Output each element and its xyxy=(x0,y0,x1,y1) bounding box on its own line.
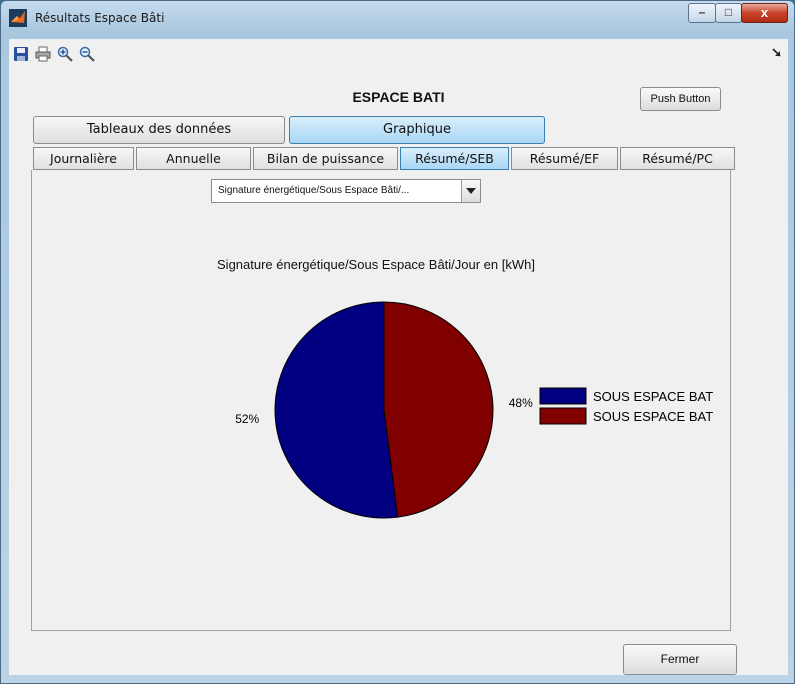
maximize-icon: □ xyxy=(724,5,733,19)
title-bar[interactable]: Résultats Espace Bâti – □ x xyxy=(1,1,794,37)
zoom-out-icon[interactable] xyxy=(79,46,95,62)
zoom-in-icon[interactable] xyxy=(57,46,73,62)
save-icon[interactable] xyxy=(13,46,29,62)
chart-title: Signature énergétique/Sous Espace Bâti/J… xyxy=(217,257,535,272)
toolbar xyxy=(9,39,788,70)
figure-content: ESPACE BATI Push Button Tableaux des don… xyxy=(9,69,788,675)
minimize-button[interactable]: – xyxy=(688,3,716,23)
pie-percent-label-2: 48% xyxy=(509,396,533,410)
close-window-button[interactable]: x xyxy=(741,3,788,23)
matlab-icon xyxy=(9,9,27,27)
pie-slice-2 xyxy=(383,301,494,518)
dock-arrow-icon[interactable] xyxy=(772,48,782,58)
maximize-button[interactable]: □ xyxy=(715,3,742,23)
print-icon[interactable] xyxy=(35,46,51,62)
pie-slice-1 xyxy=(274,301,399,519)
app-window: Résultats Espace Bâti – □ x ESPACE BATI … xyxy=(0,0,795,684)
close-icon: x xyxy=(760,5,769,20)
fermer-button[interactable]: Fermer xyxy=(623,644,737,675)
legend-swatch-1 xyxy=(539,387,587,405)
pie-chart: Signature énergétique/Sous Espace Bâti/J… xyxy=(217,257,713,519)
legend-label-1: SOUS ESPACE BAT xyxy=(593,389,713,404)
pie-percent-label-1: 52% xyxy=(235,412,259,426)
legend-swatch-2 xyxy=(539,407,587,425)
legend-label-2: SOUS ESPACE BAT xyxy=(593,409,713,424)
minimize-icon: – xyxy=(698,5,706,19)
window-title: Résultats Espace Bâti xyxy=(35,11,165,25)
